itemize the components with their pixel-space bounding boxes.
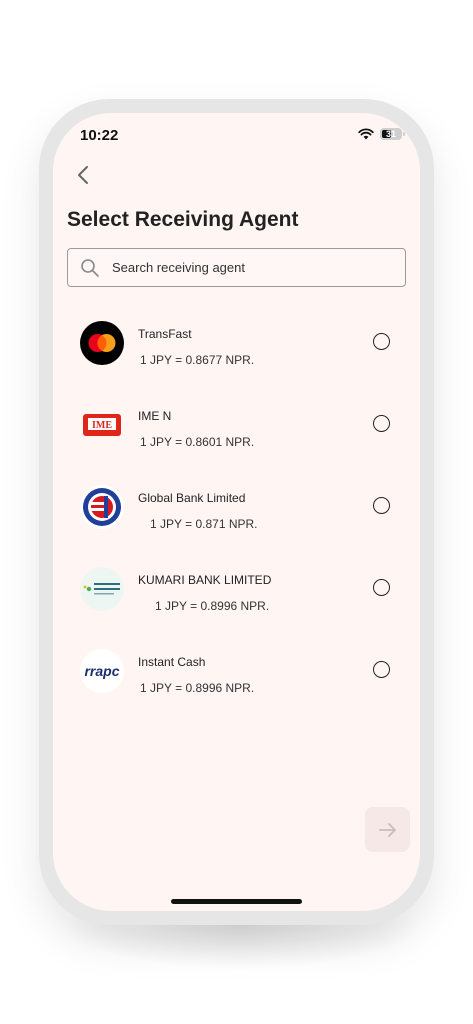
agent-list: TransFast 1 JPY = 0.8677 NPR. IME IME N … xyxy=(53,303,420,713)
agent-name: Instant Cash xyxy=(138,655,206,669)
wifi-icon xyxy=(358,128,374,140)
agent-radio[interactable] xyxy=(373,333,390,350)
instant-cash-logo-icon: rrapc xyxy=(80,649,124,693)
home-indicator xyxy=(171,899,302,904)
agent-item-ime[interactable]: IME IME N 1 JPY = 0.8601 NPR. xyxy=(53,385,420,467)
instant-cash-logo-text: rrapc xyxy=(84,663,120,679)
agent-name: Global Bank Limited xyxy=(138,491,246,505)
search-icon xyxy=(80,258,100,278)
agent-radio[interactable] xyxy=(373,661,390,678)
page-title: Select Receiving Agent xyxy=(67,208,299,231)
agent-rate: 1 JPY = 0.8601 NPR. xyxy=(140,435,255,449)
arrow-right-icon xyxy=(378,822,396,837)
kumari-bank-logo-icon xyxy=(80,567,124,611)
agent-rate: 1 JPY = 0.8677 NPR. xyxy=(140,353,255,367)
status-time: 10:22 xyxy=(80,127,119,144)
agent-radio[interactable] xyxy=(373,579,390,596)
app-screen: 10:22 31 Select Receiving Agent Search r… xyxy=(53,113,420,911)
ime-logo-text: IME xyxy=(92,420,112,431)
global-bank-logo-icon xyxy=(80,485,124,529)
agent-rate: 1 JPY = 0.8996 NPR. xyxy=(140,681,255,695)
agent-item-global-bank[interactable]: Global Bank Limited 1 JPY = 0.871 NPR. xyxy=(53,467,420,549)
back-button[interactable] xyxy=(71,163,95,187)
agent-rate: 1 JPY = 0.871 NPR. xyxy=(150,517,258,531)
battery-icon: 31 xyxy=(380,128,405,140)
search-input[interactable] xyxy=(110,259,374,276)
agent-item-transfast[interactable]: TransFast 1 JPY = 0.8677 NPR. xyxy=(53,303,420,385)
agent-item-kumari-bank[interactable]: KUMARI BANK LIMITED 1 JPY = 0.8996 NPR. xyxy=(53,549,420,631)
agent-item-instant-cash[interactable]: rrapc Instant Cash 1 JPY = 0.8996 NPR. xyxy=(53,631,420,713)
agent-name: IME N xyxy=(138,409,172,423)
search-box[interactable] xyxy=(67,248,406,287)
next-button[interactable] xyxy=(365,807,410,852)
battery-level: 31 xyxy=(385,129,396,139)
agent-radio[interactable] xyxy=(373,497,390,514)
agent-name: KUMARI BANK LIMITED xyxy=(138,573,272,587)
agent-name: TransFast xyxy=(138,327,192,341)
agent-rate: 1 JPY = 0.8996 NPR. xyxy=(155,599,270,613)
agent-radio[interactable] xyxy=(373,415,390,432)
status-icons: 31 xyxy=(358,128,405,140)
mastercard-logo-icon xyxy=(80,321,124,365)
chevron-left-icon xyxy=(78,166,88,184)
ime-logo-icon: IME xyxy=(80,403,124,447)
